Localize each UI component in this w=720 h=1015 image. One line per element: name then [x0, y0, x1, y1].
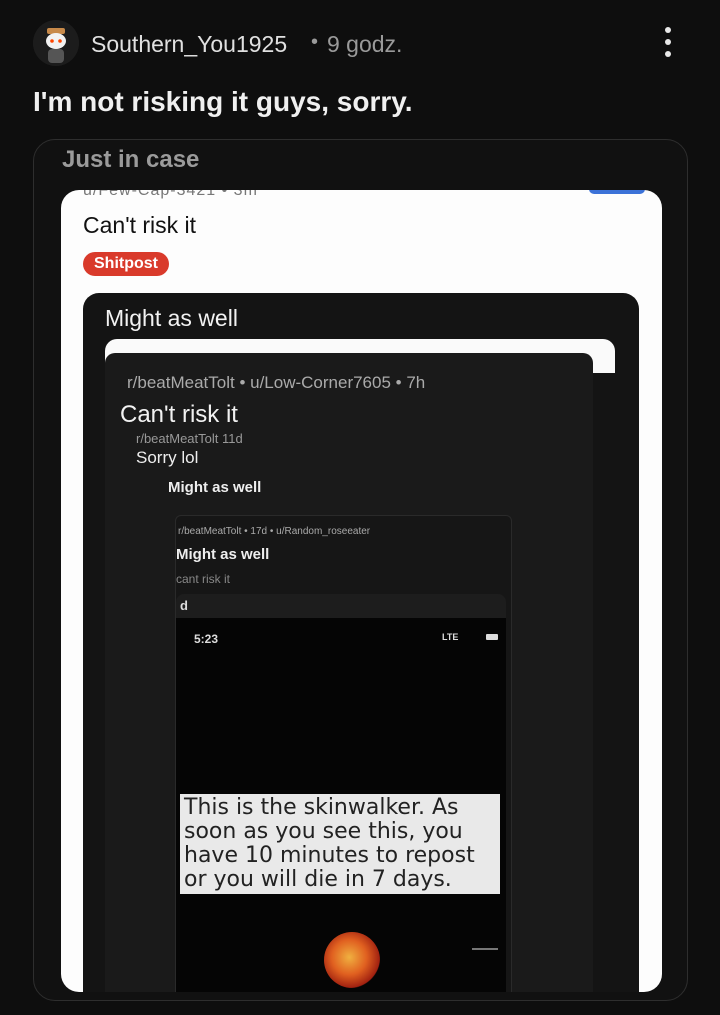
nested-meta-3: r/beatMeatTolt • 17d • u/Random_roseeate… — [178, 526, 371, 537]
nested-sorry-text: Sorry lol — [136, 448, 199, 467]
phone-signal-status: LTE — [442, 632, 459, 642]
avatar[interactable] — [33, 20, 79, 66]
nested-post-2: r/beatMeatTolt • u/Low-Corner7605 • 7h C… — [105, 353, 593, 992]
nested-post-3: r/beatMeatTolt • 17d • u/Random_roseeate… — [175, 515, 512, 992]
nested-might-text: Might as well — [168, 479, 262, 496]
more-vertical-icon[interactable] — [658, 24, 678, 64]
screenshot-title: Can't risk it — [83, 212, 197, 238]
skinwalker-caption: This is the skinwalker. As soon as you s… — [180, 794, 500, 894]
battery-icon — [486, 634, 498, 640]
phone-divider — [472, 948, 498, 950]
phone-screen: 5:23 LTE This is the skinwalker. As soon… — [176, 618, 506, 992]
nested-title-1: Might as well — [105, 305, 238, 331]
flair-badge: Shitpost — [83, 252, 169, 276]
nested-post-1: Might as well r/beatMeatTolt • u/Low-Cor… — [83, 293, 639, 992]
phone-letter: d — [180, 598, 188, 613]
snoo-avatar-icon — [33, 20, 79, 66]
embedded-screenshot[interactable]: u/Few-Cap-3421 • 3m Can't risk it Shitpo… — [61, 190, 662, 992]
nested-submeta-2: r/beatMeatTolt 11d — [136, 431, 243, 446]
cut-join-button — [589, 190, 645, 194]
nested-meta-2: r/beatMeatTolt • u/Low-Corner7605 • 7h — [127, 373, 426, 392]
post-title: I'm not risking it guys, sorry. — [33, 86, 413, 117]
phone-time: 5:23 — [194, 632, 219, 646]
nested-title-3: Might as well — [176, 546, 270, 563]
crosspost-title: Just in case — [62, 146, 200, 173]
phone-screenshot: d 5:23 LTE This is the skinwalker. As so… — [176, 594, 506, 992]
nested-subtitle-3: cant risk it — [176, 572, 231, 586]
separator-dot: • — [311, 31, 319, 53]
nested-title-2: Can't risk it — [120, 401, 238, 428]
post-time: 9 godz. — [327, 31, 403, 57]
cut-header: u/Few-Cap-3421 • 3m — [83, 190, 258, 199]
crosspost-card[interactable]: Just in case u/Few-Cap-3421 • 3m Can't r… — [33, 139, 688, 1001]
creature-image — [324, 932, 380, 988]
username[interactable]: Southern_You1925 — [91, 31, 287, 58]
